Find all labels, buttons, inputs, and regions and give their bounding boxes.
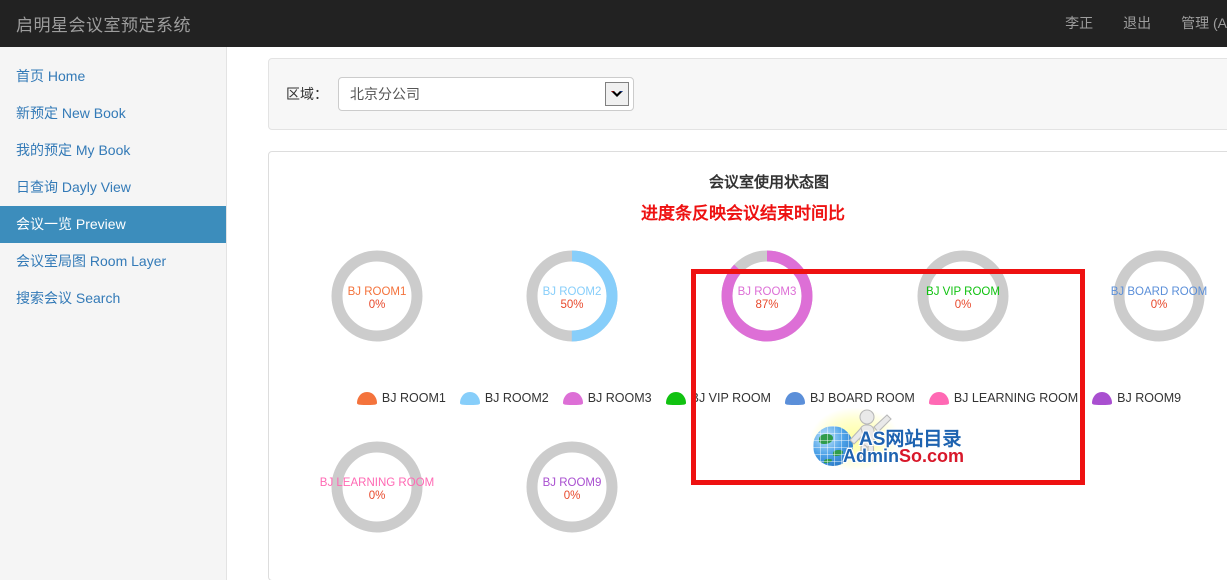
legend-item[interactable]: BJ ROOM3	[562, 391, 652, 405]
app-title: 启明星会议室预定系统	[16, 16, 191, 35]
sidebar-item-new-book[interactable]: 新预定 New Book	[0, 95, 226, 132]
page-root: 启明星会议室预定系统 李正 退出 管理 (A 首页 Home 新预定 New B…	[0, 0, 1227, 580]
donut-percent: 0%	[563, 490, 581, 502]
donut-bj-room1[interactable]: BJ ROOM1 0%	[325, 244, 429, 348]
donut-label: BJ ROOM3	[737, 286, 797, 298]
sidebar-item-my-book[interactable]: 我的预定 My Book	[0, 132, 226, 169]
donut-percent: 87%	[755, 299, 779, 311]
annotation-text: 进度条反映会议结束时间比	[641, 204, 845, 223]
sidebar-item-room-layer[interactable]: 会议室局图 Room Layer	[0, 243, 226, 280]
chart-title: 会议室使用状态图	[708, 174, 829, 191]
region-select-value: 北京分公司	[350, 86, 420, 102]
legend-label: BJ LEARNING ROOM	[953, 391, 1079, 405]
legend-label: BJ BOARD ROOM	[809, 391, 915, 405]
sidebar-item-preview[interactable]: 会议一览 Preview	[0, 206, 226, 243]
legend-swatch-icon	[562, 391, 583, 405]
legend-label: BJ ROOM2	[484, 391, 549, 405]
topnav-admin[interactable]: 管理 (A	[1166, 0, 1227, 47]
sidebar-item-dayly-view[interactable]: 日查询 Dayly View	[0, 169, 226, 206]
legend-swatch-icon	[928, 391, 949, 405]
region-select[interactable]: 北京分公司	[338, 77, 634, 111]
sidebar-item-home[interactable]: 首页 Home	[0, 58, 226, 95]
donut-bj-board-room[interactable]: BJ BOARD ROOM 0%	[1107, 244, 1211, 348]
region-filter-panel: 区域： 北京分公司	[268, 58, 1227, 130]
donut-label: BJ BOARD ROOM	[1110, 286, 1208, 298]
legend-label: BJ ROOM1	[381, 391, 446, 405]
legend-swatch-icon	[459, 391, 480, 405]
donut-label: BJ VIP ROOM	[926, 286, 1000, 298]
main-content: 区域： 北京分公司 会议室使用状态图 BJ ROOM1 0% BJ ROOM2 50%…	[227, 47, 1227, 580]
adminso-watermark: AS网站目录 AdminSo.com	[797, 406, 965, 474]
donut-percent: 0%	[954, 299, 972, 311]
top-navbar: 启明星会议室预定系统 李正 退出 管理 (A	[0, 0, 1227, 47]
legend-item[interactable]: BJ LEARNING ROOM	[928, 391, 1079, 405]
legend-swatch-icon	[356, 391, 377, 405]
chevron-down-icon[interactable]	[605, 82, 629, 106]
watermark-glow	[811, 408, 899, 470]
person-icon	[845, 406, 897, 467]
legend-item[interactable]: BJ BOARD ROOM	[784, 391, 915, 405]
donut-bj-room3[interactable]: BJ ROOM3 87%	[715, 244, 819, 348]
topnav-user-name[interactable]: 李正	[1050, 0, 1108, 47]
legend-label: BJ ROOM9	[1117, 391, 1182, 405]
legend-item[interactable]: BJ ROOM1	[356, 391, 446, 405]
watermark-line2-red: So.com	[899, 446, 965, 466]
legend-item[interactable]: BJ ROOM9	[1092, 391, 1181, 405]
donut-bj-learning-room[interactable]: BJ LEARNING ROOM 0%	[320, 435, 434, 539]
legend-swatch-icon	[784, 391, 805, 405]
legend-label: BJ VIP ROOM	[690, 391, 771, 405]
sidebar: 首页 Home 新预定 New Book 我的预定 My Book 日查询 Da…	[0, 47, 227, 580]
legend-swatch-icon	[1092, 391, 1113, 405]
donut-percent: 50%	[560, 299, 584, 311]
donut-bj-room9[interactable]: BJ ROOM9 0%	[520, 435, 624, 539]
legend-swatch-icon	[665, 391, 686, 405]
donut-percent: 0%	[1150, 299, 1168, 311]
donut-bj-room2[interactable]: BJ ROOM2 50%	[520, 244, 624, 348]
donut-percent: 0%	[368, 490, 386, 502]
watermark-line2-blue: Admin	[843, 446, 899, 466]
legend-label: BJ ROOM3	[587, 391, 652, 405]
top-nav-links: 李正 退出 管理 (A	[1050, 0, 1227, 47]
donut-label: BJ ROOM2	[542, 286, 602, 298]
donut-percent: 0%	[368, 299, 386, 311]
donut-bj-vip-room[interactable]: BJ VIP ROOM 0%	[911, 244, 1015, 348]
topnav-logout[interactable]: 退出	[1108, 0, 1166, 47]
watermark-line1: AS网站目录	[859, 429, 962, 450]
globe-icon	[813, 426, 853, 466]
legend-item[interactable]: BJ ROOM2	[459, 391, 549, 405]
donut-label: BJ LEARNING ROOM	[319, 477, 435, 489]
watermark-line2: AdminSo.com	[843, 446, 964, 467]
legend-item[interactable]: BJ VIP ROOM	[665, 391, 771, 405]
region-label: 区域：	[286, 86, 328, 102]
donut-label: BJ ROOM1	[347, 286, 407, 298]
donut-label: BJ ROOM9	[542, 477, 602, 489]
sidebar-item-search[interactable]: 搜索会议 Search	[0, 280, 226, 317]
chart-legend: BJ ROOM1 BJ ROOM2 BJ ROOM3 BJ VIP ROOM BJ BO…	[269, 391, 1227, 405]
